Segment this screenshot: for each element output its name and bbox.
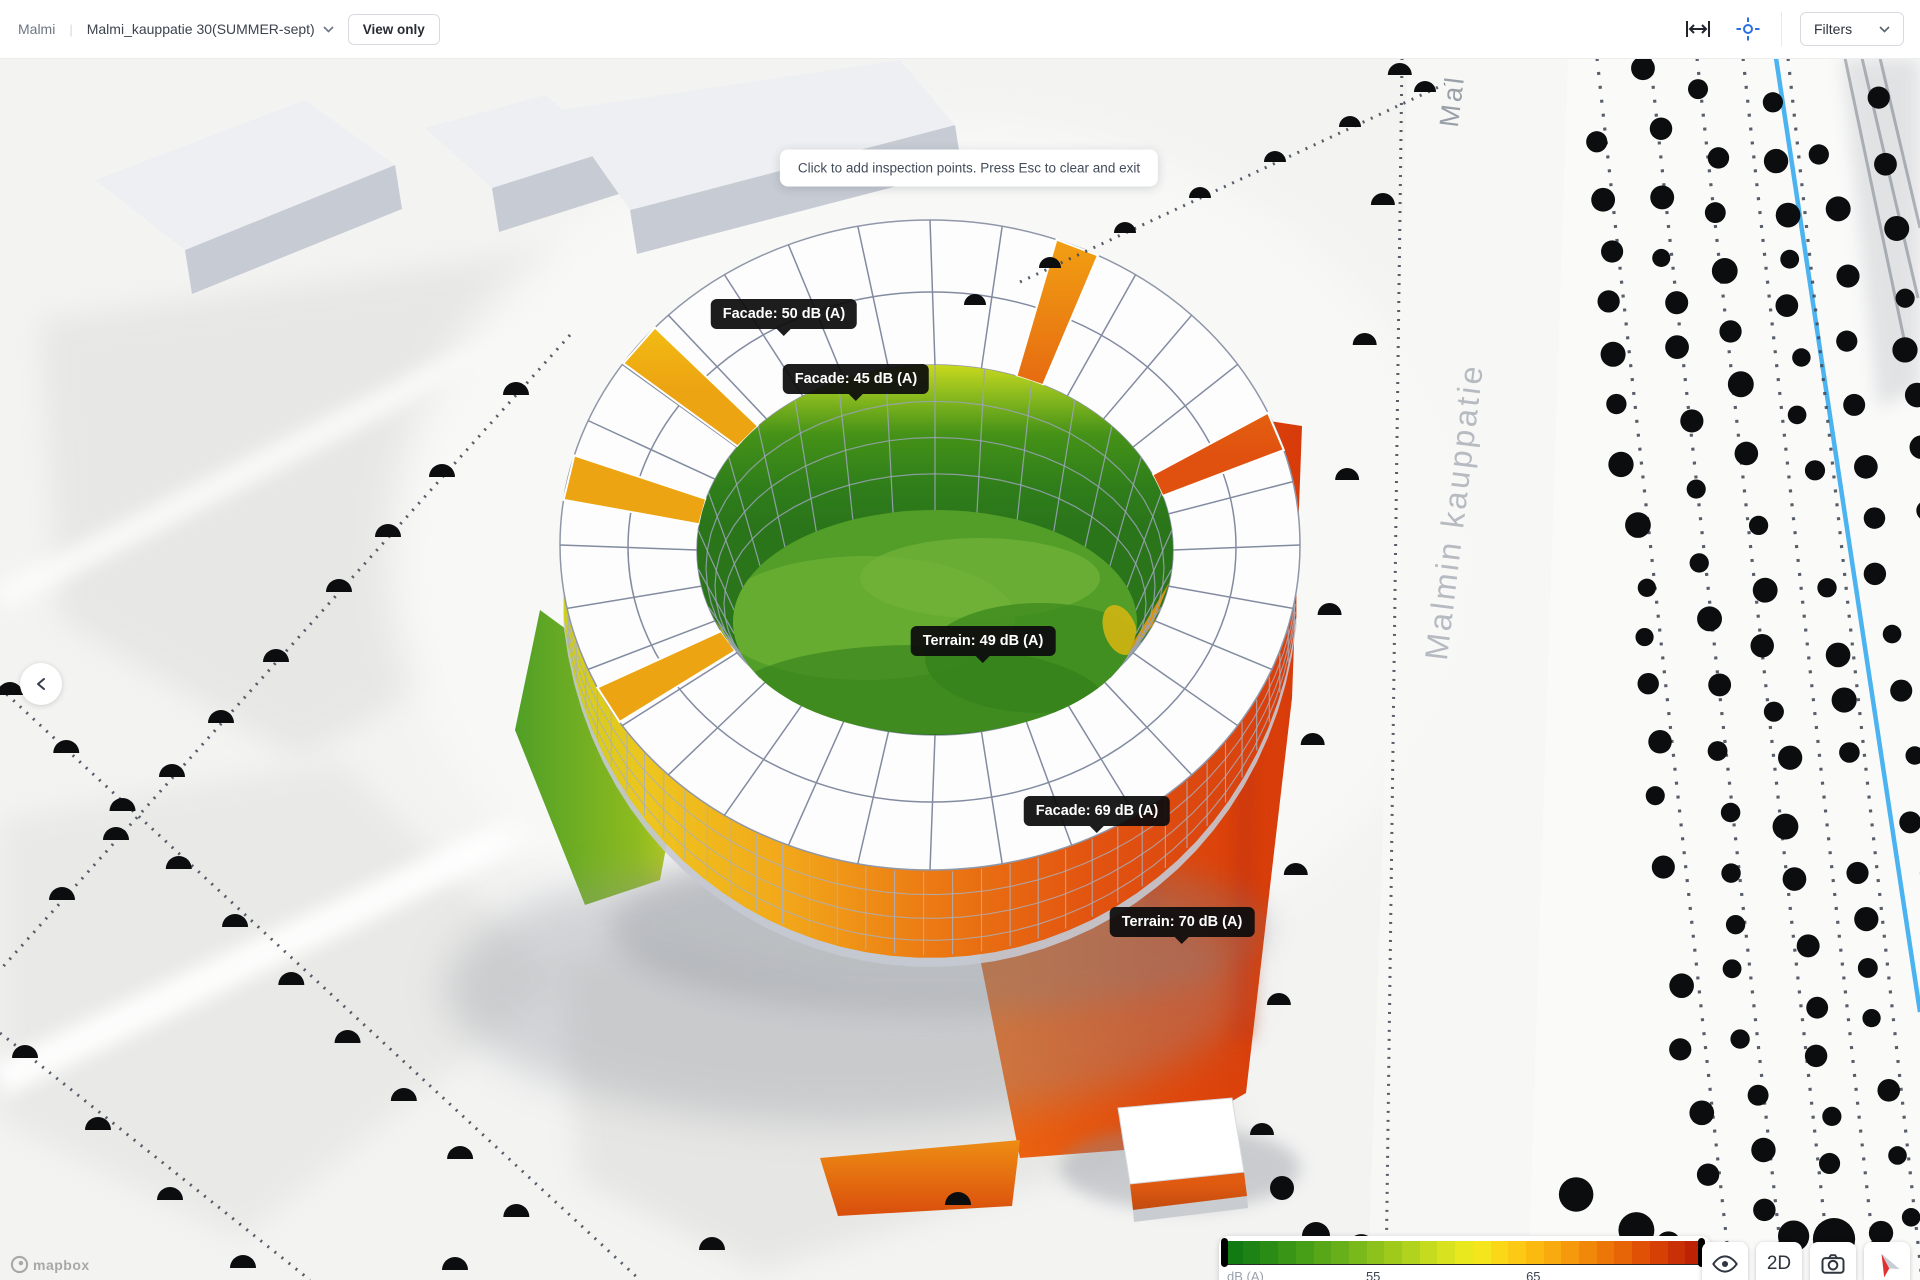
legend-color-step <box>1349 1241 1367 1264</box>
toggle-2d-button[interactable]: 2D <box>1756 1242 1802 1280</box>
inspection-point[interactable]: Terrain: 49 dB (A) <box>911 626 1056 656</box>
filters-label: Filters <box>1814 21 1852 37</box>
filters-dropdown[interactable]: Filters <box>1800 12 1904 46</box>
view-only-button[interactable]: View only <box>348 14 440 45</box>
legend-color-step <box>1455 1241 1473 1264</box>
legend-color-step <box>1402 1241 1420 1264</box>
scenario-selector[interactable]: Malmi_kauppatie 30(SUMMER-sept) <box>87 21 334 37</box>
chevron-down-icon <box>1879 26 1890 33</box>
legend-color-step <box>1367 1241 1385 1264</box>
legend-color-step <box>1508 1241 1526 1264</box>
measure-icon <box>1683 18 1713 40</box>
legend-color-step <box>1650 1241 1668 1264</box>
map-canvas[interactable]: Malmin kauppatieMal <box>0 58 1920 1280</box>
legend-color-step <box>1579 1241 1597 1264</box>
top-bar: Malmi | Malmi_kauppatie 30(SUMMER-sept) … <box>0 0 1920 59</box>
map-viewport[interactable]: Malmin kauppatieMal Click to add inspect… <box>0 58 1920 1280</box>
legend-color-step <box>1561 1241 1579 1264</box>
legend-color-step <box>1420 1241 1438 1264</box>
noise-scale-legend: dB (A) 55 65 <box>1219 1236 1711 1280</box>
legend-tick: 65 <box>1526 1269 1540 1280</box>
legend-color-step <box>1296 1241 1314 1264</box>
legend-color-step <box>1526 1241 1544 1264</box>
legend-color-step <box>1243 1241 1261 1264</box>
inspection-point[interactable]: Facade: 69 dB (A) <box>1024 796 1170 826</box>
legend-color-step <box>1473 1241 1491 1264</box>
breadcrumb-separator: | <box>69 22 72 37</box>
legend-color-step <box>1278 1241 1296 1264</box>
collapse-panel-button[interactable] <box>20 663 62 705</box>
toolbar-divider <box>1781 12 1782 46</box>
street-label: Mal <box>1434 73 1470 129</box>
map-hint-tooltip: Click to add inspection points. Press Es… <box>780 150 1158 187</box>
scenario-name: Malmi_kauppatie 30(SUMMER-sept) <box>87 21 315 37</box>
legend-gradient-bar <box>1225 1241 1703 1265</box>
map-attribution[interactable]: mapbox <box>10 1255 90 1274</box>
legend-color-step <box>1614 1241 1632 1264</box>
legend-color-step <box>1544 1241 1562 1264</box>
mapbox-logo-text: mapbox <box>33 1257 90 1273</box>
camera-icon <box>1819 1250 1847 1278</box>
mapbox-logo-icon <box>10 1255 29 1274</box>
inspection-point[interactable]: Facade: 50 dB (A) <box>711 299 857 329</box>
navigation-pointer-icon <box>1868 1245 1906 1280</box>
legend-color-step <box>1314 1241 1332 1264</box>
legend-color-step <box>1331 1241 1349 1264</box>
measure-button[interactable] <box>1681 16 1715 42</box>
inspection-crosshair-icon <box>1735 16 1761 42</box>
legend-unit-label: dB (A) <box>1227 1269 1264 1280</box>
legend-color-step <box>1632 1241 1650 1264</box>
breadcrumb-project[interactable]: Malmi <box>18 21 55 37</box>
compass-reset-button[interactable] <box>1864 1242 1910 1280</box>
legend-color-step <box>1437 1241 1455 1264</box>
add-inspection-point-button[interactable] <box>1733 14 1763 44</box>
legend-min-handle[interactable] <box>1221 1238 1228 1267</box>
legend-color-step <box>1384 1241 1402 1264</box>
breadcrumb: Malmi | Malmi_kauppatie 30(SUMMER-sept) … <box>0 14 440 45</box>
eye-icon <box>1711 1250 1739 1278</box>
chevron-down-icon <box>323 26 334 33</box>
legend-color-step <box>1597 1241 1615 1264</box>
legend-color-step <box>1491 1241 1509 1264</box>
inspection-point[interactable]: Facade: 45 dB (A) <box>783 364 929 394</box>
legend-tick: 55 <box>1366 1269 1380 1280</box>
map-hint-text: Click to add inspection points. Press Es… <box>798 161 1140 176</box>
toggle-visibility-button[interactable] <box>1702 1242 1748 1280</box>
inspection-point[interactable]: Terrain: 70 dB (A) <box>1110 907 1255 937</box>
legend-color-step <box>1260 1241 1278 1264</box>
legend-color-step <box>1668 1241 1686 1264</box>
screenshot-button[interactable] <box>1810 1242 1856 1280</box>
chevron-left-icon <box>35 677 47 691</box>
